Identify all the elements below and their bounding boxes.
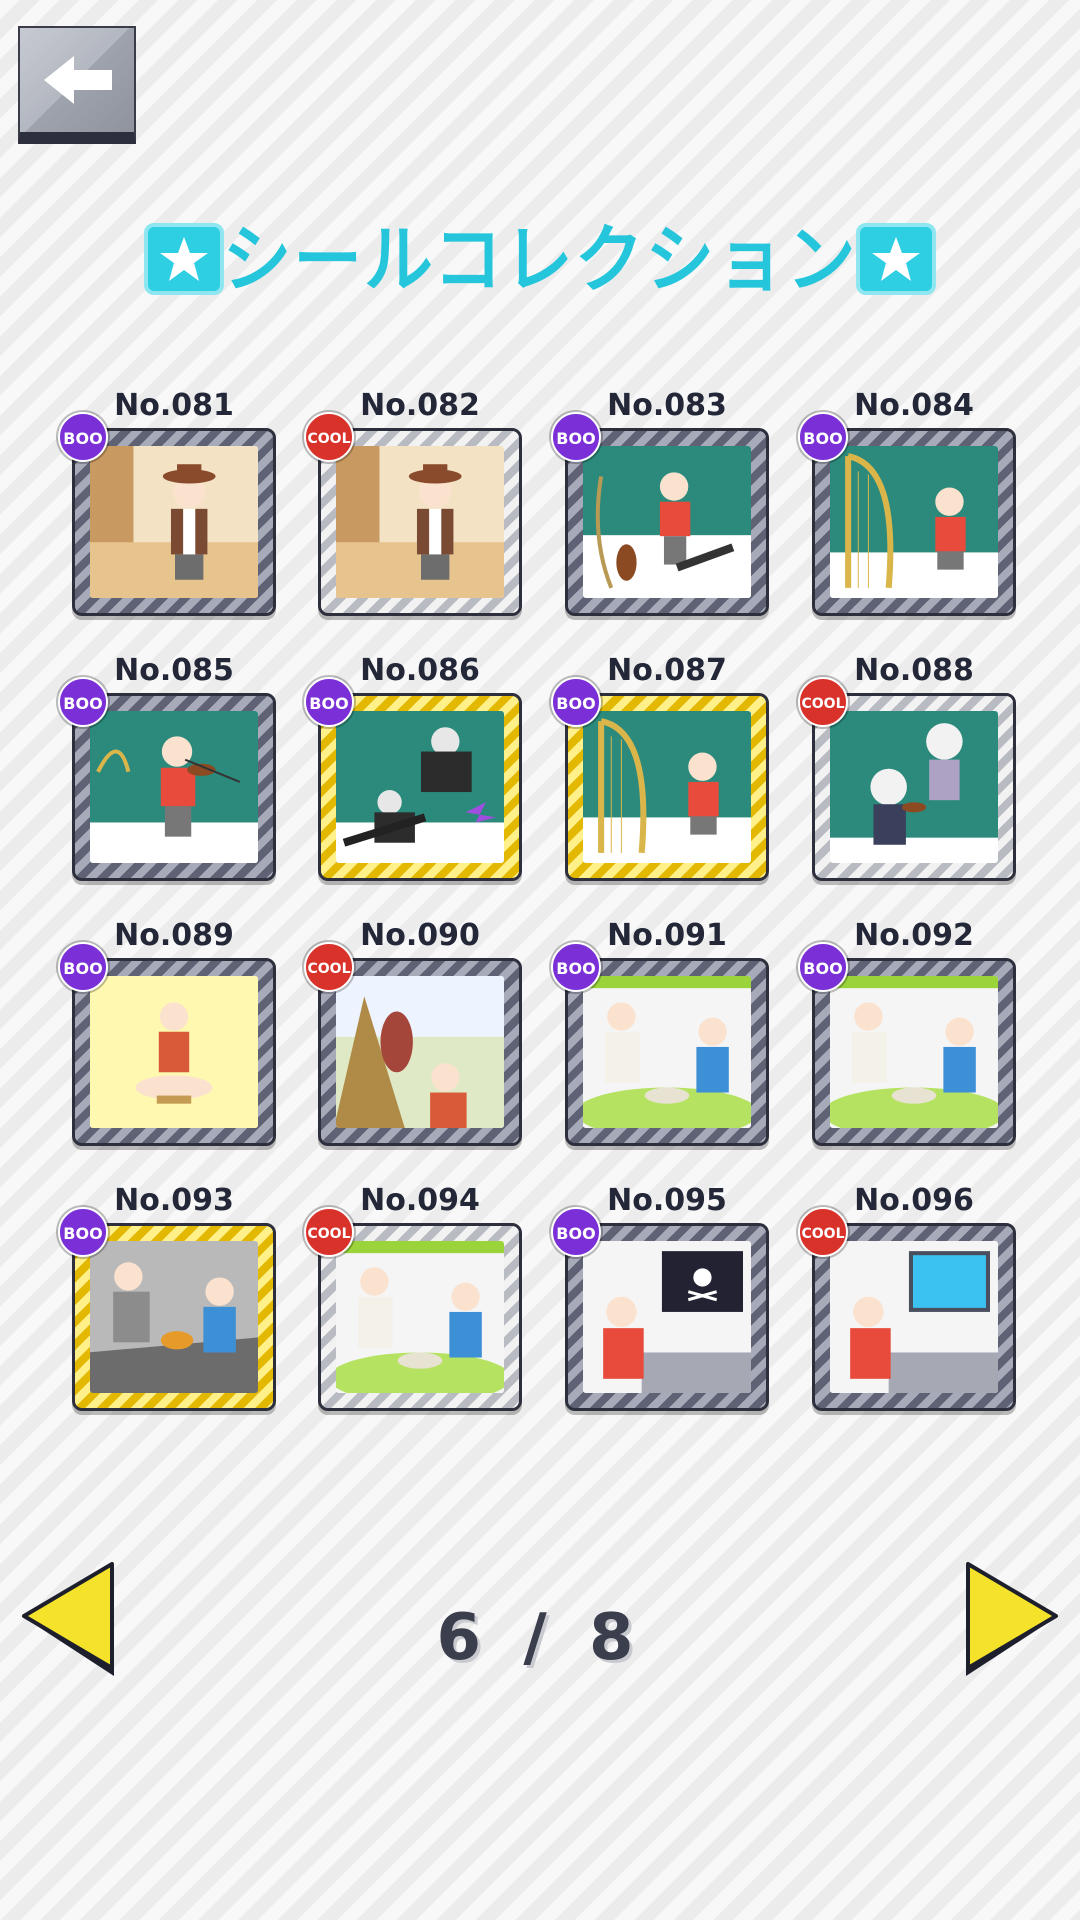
sticker-image (336, 711, 504, 863)
sticker-card[interactable]: No.084 BOO (798, 388, 1016, 628)
sticker-number: No.082 (360, 388, 480, 423)
sticker-image (336, 1241, 504, 1393)
rarity-badge: COOL (304, 1207, 354, 1257)
sticker-frame (565, 958, 769, 1146)
sticker-image (90, 446, 258, 598)
sticker-card[interactable]: No.091 BOO (551, 918, 769, 1158)
sticker-card[interactable]: No.087 BOO (551, 653, 769, 893)
rarity-badge: BOO (58, 1207, 108, 1257)
sticker-card[interactable]: No.090 COOL (304, 918, 522, 1158)
sticker-number: No.096 (854, 1183, 974, 1218)
sticker-image (830, 976, 998, 1128)
rarity-badge: BOO (304, 677, 354, 727)
sticker-frame (318, 958, 522, 1146)
sticker-card[interactable]: No.092 BOO (798, 918, 1016, 1158)
rarity-badge: COOL (798, 1207, 848, 1257)
sticker-card[interactable]: No.086 BOO (304, 653, 522, 893)
rarity-badge: BOO (551, 412, 601, 462)
sticker-image (90, 976, 258, 1128)
sticker-image (583, 976, 751, 1128)
sticker-number: No.094 (360, 1183, 480, 1218)
sticker-frame (318, 1223, 522, 1411)
sticker-frame (72, 958, 276, 1146)
sticker-number: No.095 (607, 1183, 727, 1218)
sticker-number: No.090 (360, 918, 480, 953)
sticker-frame (318, 693, 522, 881)
sticker-image (830, 446, 998, 598)
sticker-frame (318, 428, 522, 616)
rarity-badge: BOO (798, 942, 848, 992)
sticker-card[interactable]: No.093 BOO (58, 1183, 276, 1423)
sticker-frame (72, 693, 276, 881)
triangle-right-icon (966, 1562, 1058, 1676)
sticker-frame (72, 1223, 276, 1411)
sticker-card[interactable]: No.088 COOL (798, 653, 1016, 893)
sticker-number: No.093 (114, 1183, 234, 1218)
sticker-frame (812, 1223, 1016, 1411)
sticker-frame (72, 428, 276, 616)
sticker-number: No.091 (607, 918, 727, 953)
page-indicator: 6 / 8 (436, 1601, 644, 1675)
rarity-badge: COOL (304, 942, 354, 992)
sticker-card[interactable]: No.085 BOO (58, 653, 276, 893)
sticker-card[interactable]: No.096 COOL (798, 1183, 1016, 1423)
sticker-grid: No.081 BOO No.082 COOL No.083 BOO No.084 BOO No.… (0, 0, 1080, 1500)
rarity-badge: BOO (58, 677, 108, 727)
sticker-card[interactable]: No.083 BOO (551, 388, 769, 628)
sticker-number: No.086 (360, 653, 480, 688)
sticker-frame (812, 428, 1016, 616)
sticker-number: No.081 (114, 388, 234, 423)
rarity-badge: COOL (304, 412, 354, 462)
sticker-image (583, 446, 751, 598)
sticker-number: No.088 (854, 653, 974, 688)
rarity-badge: BOO (551, 677, 601, 727)
sticker-image (830, 711, 998, 863)
rarity-badge: BOO (551, 1207, 601, 1257)
sticker-card[interactable]: No.095 BOO (551, 1183, 769, 1423)
sticker-frame (812, 958, 1016, 1146)
rarity-badge: BOO (798, 412, 848, 462)
sticker-number: No.089 (114, 918, 234, 953)
sticker-image (583, 711, 751, 863)
rarity-badge: BOO (58, 942, 108, 992)
sticker-frame (565, 428, 769, 616)
sticker-card[interactable]: No.081 BOO (58, 388, 276, 628)
sticker-number: No.087 (607, 653, 727, 688)
sticker-image (830, 1241, 998, 1393)
rarity-badge: BOO (58, 412, 108, 462)
sticker-frame (565, 693, 769, 881)
triangle-left-icon (22, 1562, 114, 1676)
sticker-card[interactable]: No.082 COOL (304, 388, 522, 628)
sticker-number: No.084 (854, 388, 974, 423)
sticker-frame (812, 693, 1016, 881)
sticker-number: No.083 (607, 388, 727, 423)
rarity-badge: BOO (551, 942, 601, 992)
sticker-image (90, 711, 258, 863)
sticker-number: No.085 (114, 653, 234, 688)
sticker-number: No.092 (854, 918, 974, 953)
next-page-button[interactable] (960, 1560, 1060, 1680)
sticker-card[interactable]: No.094 COOL (304, 1183, 522, 1423)
sticker-image (90, 1241, 258, 1393)
sticker-frame (565, 1223, 769, 1411)
rarity-badge: COOL (798, 677, 848, 727)
sticker-image (583, 1241, 751, 1393)
sticker-card[interactable]: No.089 BOO (58, 918, 276, 1158)
sticker-image (336, 976, 504, 1128)
sticker-image (336, 446, 504, 598)
prev-page-button[interactable] (20, 1560, 120, 1680)
